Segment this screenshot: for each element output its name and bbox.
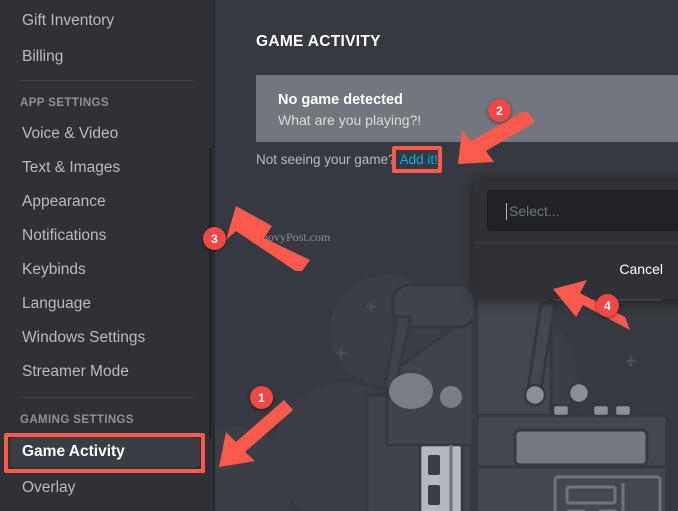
arrow-1 [219, 400, 293, 467]
sidebar-item-label: Keybinds [22, 261, 86, 278]
sidebar-divider-1 [20, 80, 193, 81]
sidebar-item-voice-and-video[interactable]: Voice & Video [20, 119, 195, 149]
sidebar-heading-app-settings: APP SETTINGS [20, 97, 109, 109]
sidebar-item-appearance[interactable]: Appearance [20, 187, 195, 217]
sidebar-scrollbar[interactable] [209, 148, 212, 438]
step-badge-3: 3 [203, 227, 226, 250]
sidebar-item-text-and-images[interactable]: Text & Images [20, 153, 195, 183]
game-select-dropdown[interactable]: Select... [487, 190, 678, 231]
sidebar-divider-2 [20, 397, 193, 398]
sidebar-item-label: Windows Settings [22, 329, 146, 346]
sidebar-item-keybinds[interactable]: Keybinds [20, 255, 195, 285]
sidebar-item-streamer-mode[interactable]: Streamer Mode [20, 357, 195, 387]
text-cursor [506, 203, 507, 220]
arrow-2 [458, 112, 535, 164]
sidebar-item-label: Billing [22, 48, 64, 65]
arrow-3 [226, 206, 310, 271]
sidebar-item-windows-settings[interactable]: Windows Settings [20, 323, 195, 353]
highlight-box-add-it [392, 146, 442, 173]
step-badge-1: 1 [250, 386, 273, 409]
sidebar-heading-gaming-settings: GAMING SETTINGS [20, 414, 134, 426]
sidebar-item-notifications[interactable]: Notifications [20, 221, 195, 251]
arrow-4 [553, 280, 630, 330]
sidebar-item-overlay[interactable]: Overlay [20, 473, 195, 503]
sidebar-item-label: Overlay [22, 479, 76, 496]
sidebar-item-label: Language [22, 295, 91, 312]
no-game-subtitle: What are you playing?! [278, 112, 422, 128]
sidebar-item-language[interactable]: Language [20, 289, 195, 319]
sidebar-item-label: Gift Inventory [22, 12, 115, 29]
no-game-title: No game detected [278, 92, 403, 108]
sidebar-item-label: Appearance [22, 193, 106, 210]
sidebar-item-gift-inventory[interactable]: Gift Inventory [20, 6, 195, 36]
game-select-placeholder: Select... [509, 202, 560, 219]
sidebar-item-billing[interactable]: Billing [20, 42, 195, 72]
not-seeing-game-text: Not seeing your game? [256, 152, 396, 167]
step-badge-2: 2 [488, 99, 511, 122]
sidebar-item-label: Text & Images [22, 159, 121, 176]
highlight-box-game-activity [4, 433, 205, 473]
sidebar-item-label: Voice & Video [22, 125, 119, 142]
sidebar-item-label: Streamer Mode [22, 363, 129, 380]
modal-separator [473, 242, 678, 243]
sidebar-item-label: Notifications [22, 227, 107, 244]
page-title: GAME ACTIVITY [256, 33, 381, 50]
step-badge-4: 4 [596, 294, 619, 317]
discord-user-settings-window: Gift Inventory Billing APP SETTINGS Voic… [0, 0, 678, 511]
